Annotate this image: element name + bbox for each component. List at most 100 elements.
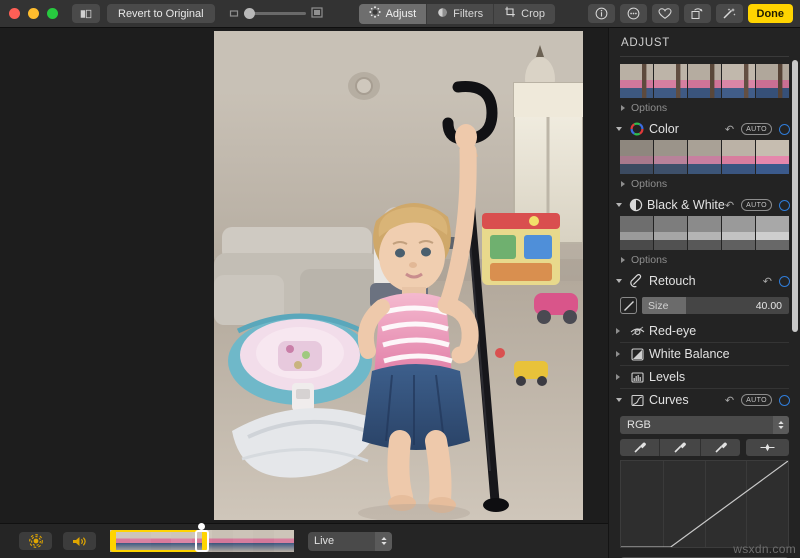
toggle-ring-icon[interactable] [779, 123, 790, 135]
auto-button[interactable]: AUTO [741, 123, 772, 135]
info-circle-icon[interactable] [587, 4, 615, 23]
variation-thumbnail[interactable] [620, 64, 653, 98]
curves-graph[interactable] [620, 460, 789, 548]
live-playback-select[interactable]: Live [308, 531, 392, 551]
eyedropper-icon[interactable] [660, 439, 701, 456]
disclosure-triangle-right-icon[interactable] [616, 351, 620, 357]
toggle-ring-icon[interactable] [779, 394, 790, 406]
panel-scrollbar[interactable] [792, 60, 798, 332]
reset-arrow-icon[interactable]: ↶ [763, 275, 772, 288]
section-red-eye[interactable]: Red-eye [609, 320, 800, 342]
reset-arrow-icon[interactable]: ↶ [725, 123, 734, 136]
add-point-icon[interactable] [746, 439, 789, 456]
retouch-size-value: 40.00 [755, 299, 782, 312]
rotate-icon[interactable] [683, 4, 711, 23]
section-white-balance-label: White Balance [649, 347, 730, 361]
light-variations-filmstrip[interactable] [620, 64, 789, 98]
variation-thumbnail[interactable] [688, 140, 721, 174]
red-eye-icon [628, 325, 646, 337]
tab-adjust-label: Adjust [385, 7, 417, 20]
speaker-volume-icon[interactable] [63, 532, 96, 550]
variation-thumbnail[interactable] [756, 140, 789, 174]
trim-frame [273, 530, 294, 552]
reset-arrow-icon[interactable]: ↶ [725, 199, 734, 212]
color-variations-filmstrip[interactable] [620, 140, 789, 174]
disclosure-triangle-right-icon[interactable] [616, 328, 620, 334]
toggle-ring-icon[interactable] [779, 275, 790, 287]
retouch-size-control[interactable]: Size 40.00 [620, 297, 789, 314]
auto-button[interactable]: AUTO [741, 394, 772, 406]
variation-thumbnail[interactable] [722, 64, 755, 98]
zoom-button[interactable] [47, 8, 58, 19]
section-color[interactable]: Color ↶ AUTO [609, 118, 800, 140]
photo-canvas [0, 28, 608, 523]
reset-arrow-icon[interactable]: ↶ [725, 394, 734, 407]
zoom-slider-track[interactable] [243, 8, 306, 19]
key-photo-marker[interactable] [195, 530, 209, 552]
half-circle-icon [627, 198, 644, 212]
variation-thumbnail[interactable] [756, 216, 789, 250]
live-photo-icon[interactable] [19, 532, 52, 550]
zoom-out-icon [229, 5, 239, 23]
variation-thumbnail[interactable] [688, 216, 721, 250]
variation-thumbnail[interactable] [654, 140, 687, 174]
variation-thumbnail[interactable] [688, 64, 721, 98]
heart-icon[interactable] [651, 4, 679, 23]
compare-split-icon[interactable] [72, 4, 100, 23]
eyedropper-icon[interactable] [701, 439, 740, 456]
adjust-dial-icon [368, 6, 381, 21]
curves-channel-select[interactable]: RGB [620, 416, 789, 434]
revert-to-original-button[interactable]: Revert to Original [107, 4, 215, 23]
variation-thumbnail[interactable] [654, 64, 687, 98]
tab-adjust[interactable]: Adjust [358, 3, 428, 24]
chevron-updown-icon [773, 416, 789, 434]
variation-thumbnail[interactable] [620, 140, 653, 174]
trim-selection[interactable] [110, 530, 208, 552]
close-button[interactable] [9, 8, 20, 19]
magic-wand-icon[interactable] [715, 4, 743, 23]
more-options-circle-icon[interactable] [619, 4, 647, 23]
auto-button[interactable]: AUTO [741, 199, 772, 211]
tab-crop[interactable]: Crop [494, 4, 555, 24]
disclosure-triangle-right-icon [621, 257, 625, 263]
variation-thumbnail[interactable] [756, 64, 789, 98]
chevron-updown-icon [375, 531, 392, 551]
minimize-button[interactable] [28, 8, 39, 19]
edited-photo[interactable] [214, 31, 583, 520]
section-black-and-white[interactable]: Black & White ↶ AUTO [609, 194, 800, 216]
color-options-toggle[interactable]: Options [609, 174, 800, 194]
photos-editor-window: Revert to Original Adjust Filters Crop D… [0, 0, 800, 558]
filters-circle-icon [437, 7, 448, 21]
playhead-indicator[interactable] [198, 523, 205, 530]
toggle-ring-icon[interactable] [779, 199, 790, 211]
section-white-balance[interactable]: White Balance [609, 343, 800, 365]
live-photo-trim-strip[interactable] [110, 523, 294, 552]
variation-thumbnail[interactable] [654, 216, 687, 250]
variation-thumbnail[interactable] [722, 216, 755, 250]
disclosure-triangle-down-icon[interactable] [616, 398, 622, 402]
zoom-in-icon [310, 5, 323, 23]
done-button[interactable]: Done [747, 4, 793, 23]
disclosure-triangle-down-icon[interactable] [616, 279, 622, 283]
zoom-slider[interactable] [229, 5, 323, 23]
eyedropper-icon[interactable] [620, 439, 661, 456]
section-levels[interactable]: Levels [609, 366, 800, 388]
retouch-size-slider[interactable]: Size 40.00 [642, 297, 789, 314]
bw-options-toggle[interactable]: Options [609, 250, 800, 270]
disclosure-triangle-down-icon[interactable] [616, 203, 622, 207]
light-options-toggle[interactable]: Options [609, 98, 800, 118]
disclosure-triangle-down-icon[interactable] [616, 127, 622, 131]
section-levels-label: Levels [649, 370, 686, 384]
tab-filters[interactable]: Filters [427, 3, 495, 24]
disclosure-triangle-right-icon[interactable] [616, 374, 620, 380]
variation-thumbnail[interactable] [620, 216, 653, 250]
zoom-slider-knob[interactable] [243, 8, 255, 19]
brush-square-icon[interactable] [620, 297, 637, 314]
eyedropper-group [620, 439, 740, 456]
curves-tools-row [620, 439, 789, 456]
variation-thumbnail[interactable] [722, 140, 755, 174]
bw-variations-filmstrip[interactable] [620, 216, 789, 250]
section-retouch[interactable]: Retouch ↶ [609, 270, 800, 292]
section-curves[interactable]: Curves ↶ AUTO [609, 389, 800, 411]
toolbar-right-actions: Done [587, 4, 800, 23]
